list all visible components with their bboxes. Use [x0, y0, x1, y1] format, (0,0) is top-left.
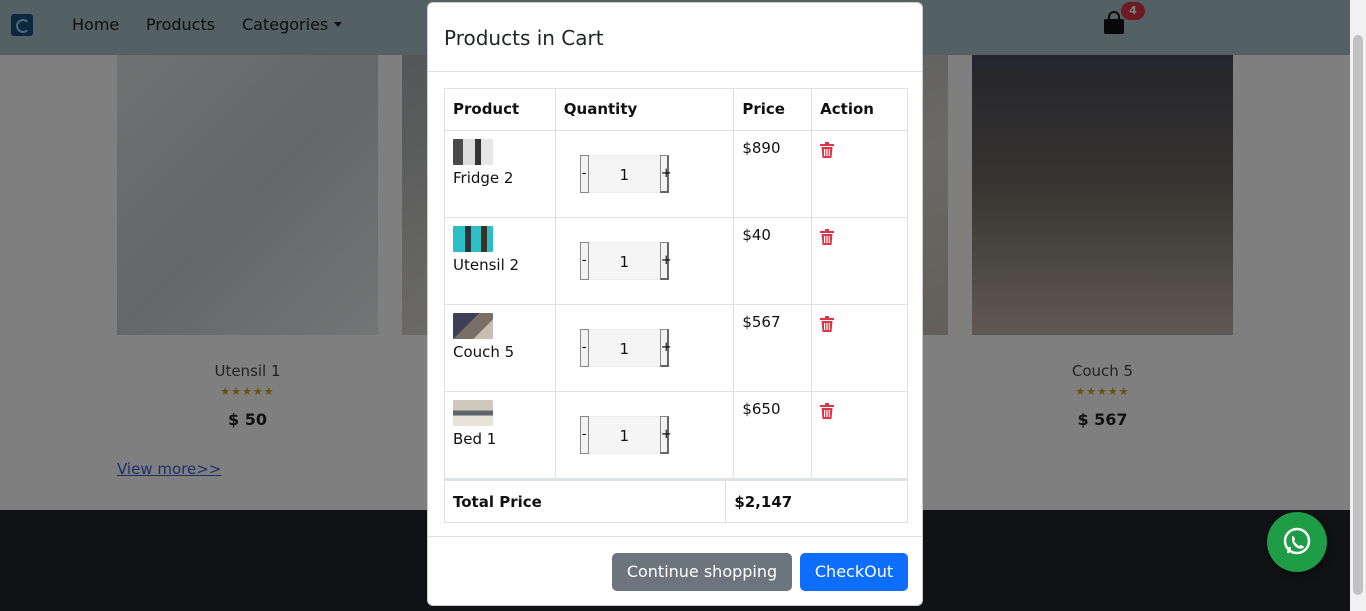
product-thumbnail — [453, 226, 493, 252]
table-row: Utensil 2 -1 + $40 — [444, 217, 908, 305]
whatsapp-icon — [1283, 527, 1311, 555]
trash-icon[interactable] — [820, 142, 835, 158]
total-value: $2,147 — [725, 479, 908, 523]
product-name: Bed 1 — [453, 430, 497, 448]
trash-icon[interactable] — [820, 229, 835, 245]
action-cell — [811, 304, 908, 392]
continue-shopping-button[interactable]: Continue shopping — [612, 553, 792, 591]
product-thumbnail — [453, 139, 493, 165]
table-row: Couch 5 -1 + $567 — [444, 304, 908, 392]
whatsapp-button[interactable] — [1267, 512, 1327, 572]
quantity-input[interactable]: 1 — [588, 416, 660, 454]
price-cell: $567 — [733, 304, 813, 392]
increment-button[interactable]: + — [659, 329, 672, 367]
header-quantity: Quantity — [554, 88, 735, 131]
product-cell: Fridge 2 — [444, 130, 556, 218]
trash-icon[interactable] — [820, 403, 835, 419]
quantity-input[interactable]: 1 — [588, 329, 660, 367]
decrement-button[interactable]: - — [579, 416, 589, 454]
increment-button[interactable]: + — [659, 242, 672, 280]
action-cell — [811, 391, 908, 479]
modal-footer: Continue shopping CheckOut — [428, 536, 922, 606]
cart-modal: Products in Cart Product Quantity Price … — [427, 2, 923, 606]
modal-header: Products in Cart — [428, 3, 922, 72]
decrement-button[interactable]: - — [579, 155, 589, 193]
product-name: Fridge 2 — [453, 169, 514, 187]
header-price: Price — [733, 88, 813, 131]
decrement-button[interactable]: - — [579, 242, 589, 280]
scrollbar-thumb[interactable] — [1353, 35, 1363, 595]
quantity-stepper: -1 + — [579, 155, 672, 193]
price-cell: $40 — [733, 217, 813, 305]
total-row: Total Price $2,147 — [443, 479, 908, 523]
trash-icon[interactable] — [820, 316, 835, 332]
action-cell — [811, 217, 908, 305]
product-thumbnail — [453, 400, 493, 426]
increment-button[interactable]: + — [659, 155, 672, 193]
product-cell: Utensil 2 — [444, 217, 556, 305]
table-row: Fridge 2 -1 + $890 — [444, 130, 908, 218]
cart-table-wrapper: Product Quantity Price Action Fridge 2 -… — [443, 88, 908, 523]
header-product: Product — [444, 88, 556, 131]
increment-button[interactable]: + — [659, 416, 672, 454]
quantity-stepper: -1 + — [579, 242, 672, 280]
action-cell — [811, 130, 908, 218]
quantity-stepper: -1 + — [579, 329, 672, 367]
product-cell: Couch 5 — [444, 304, 556, 392]
price-cell: $650 — [733, 391, 813, 479]
quantity-cell: -1 + — [554, 130, 735, 218]
decrement-button[interactable]: - — [579, 329, 589, 367]
quantity-input[interactable]: 1 — [588, 242, 660, 280]
cart-table: Product Quantity Price Action Fridge 2 -… — [444, 88, 908, 479]
checkout-button[interactable]: CheckOut — [800, 553, 908, 591]
product-thumbnail — [453, 313, 493, 339]
quantity-stepper: -1 + — [579, 416, 672, 454]
total-table: Total Price $2,147 — [443, 479, 908, 523]
total-label: Total Price — [443, 479, 727, 523]
price-cell: $890 — [733, 130, 813, 218]
product-name: Utensil 2 — [453, 256, 520, 274]
modal-title: Products in Cart — [444, 26, 604, 50]
quantity-cell: -1 + — [554, 217, 735, 305]
header-action: Action — [811, 88, 908, 131]
product-cell: Bed 1 — [444, 391, 556, 479]
table-header-row: Product Quantity Price Action — [444, 88, 908, 131]
quantity-cell: -1 + — [554, 304, 735, 392]
quantity-cell: -1 + — [554, 391, 735, 479]
table-row: Bed 1 -1 + $650 — [444, 391, 908, 479]
product-name: Couch 5 — [453, 343, 515, 361]
quantity-input[interactable]: 1 — [588, 155, 660, 193]
